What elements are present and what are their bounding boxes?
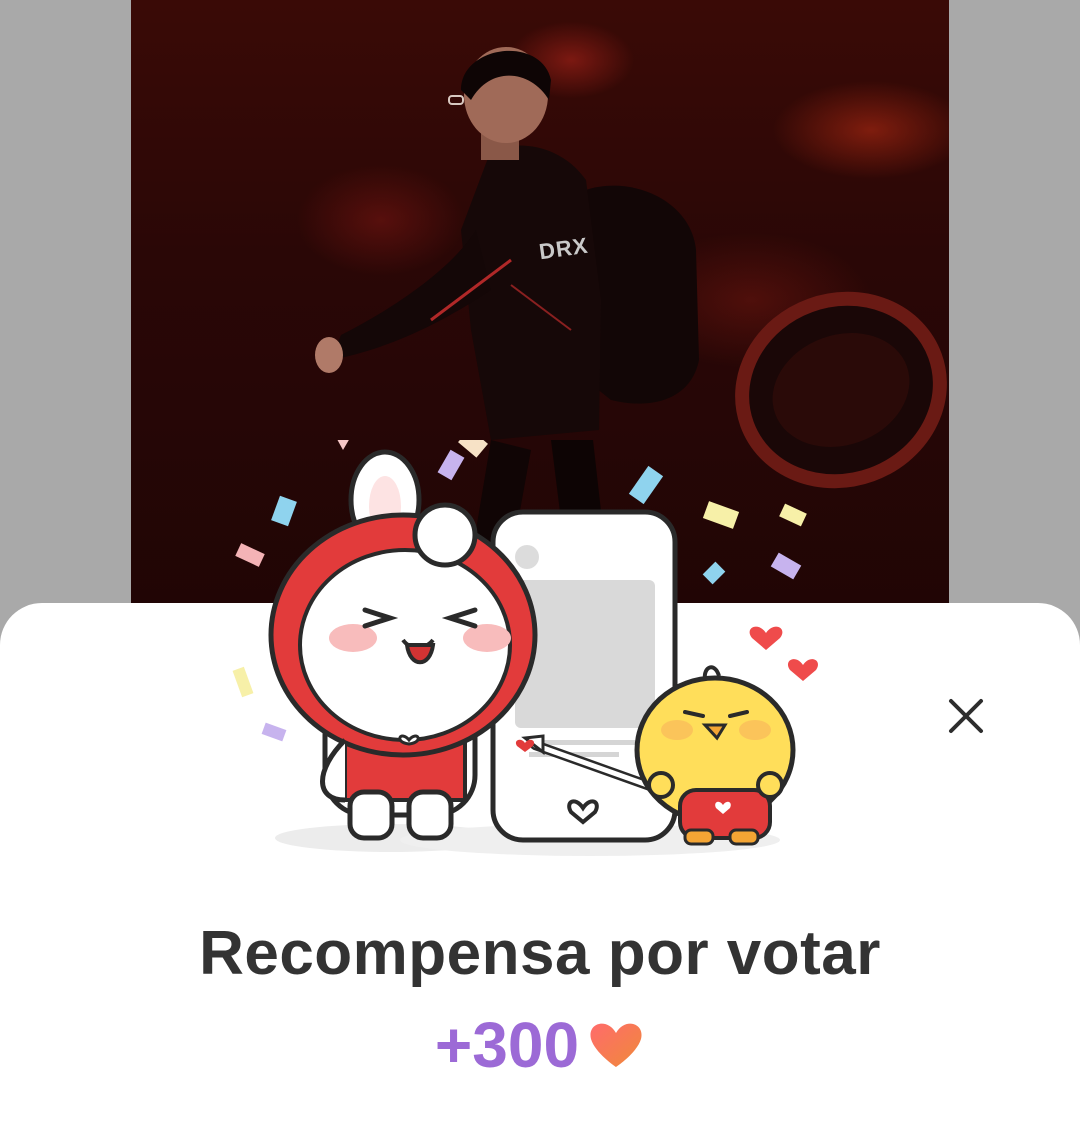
- reward-row: +300: [0, 1008, 1080, 1082]
- reward-title: Recompensa por votar: [199, 919, 881, 988]
- celebration-illustration: [232, 440, 819, 856]
- heart-icon: [590, 1023, 642, 1067]
- close-icon: [949, 699, 983, 733]
- close-button[interactable]: [940, 690, 992, 742]
- reward-amount: +300: [434, 1009, 580, 1081]
